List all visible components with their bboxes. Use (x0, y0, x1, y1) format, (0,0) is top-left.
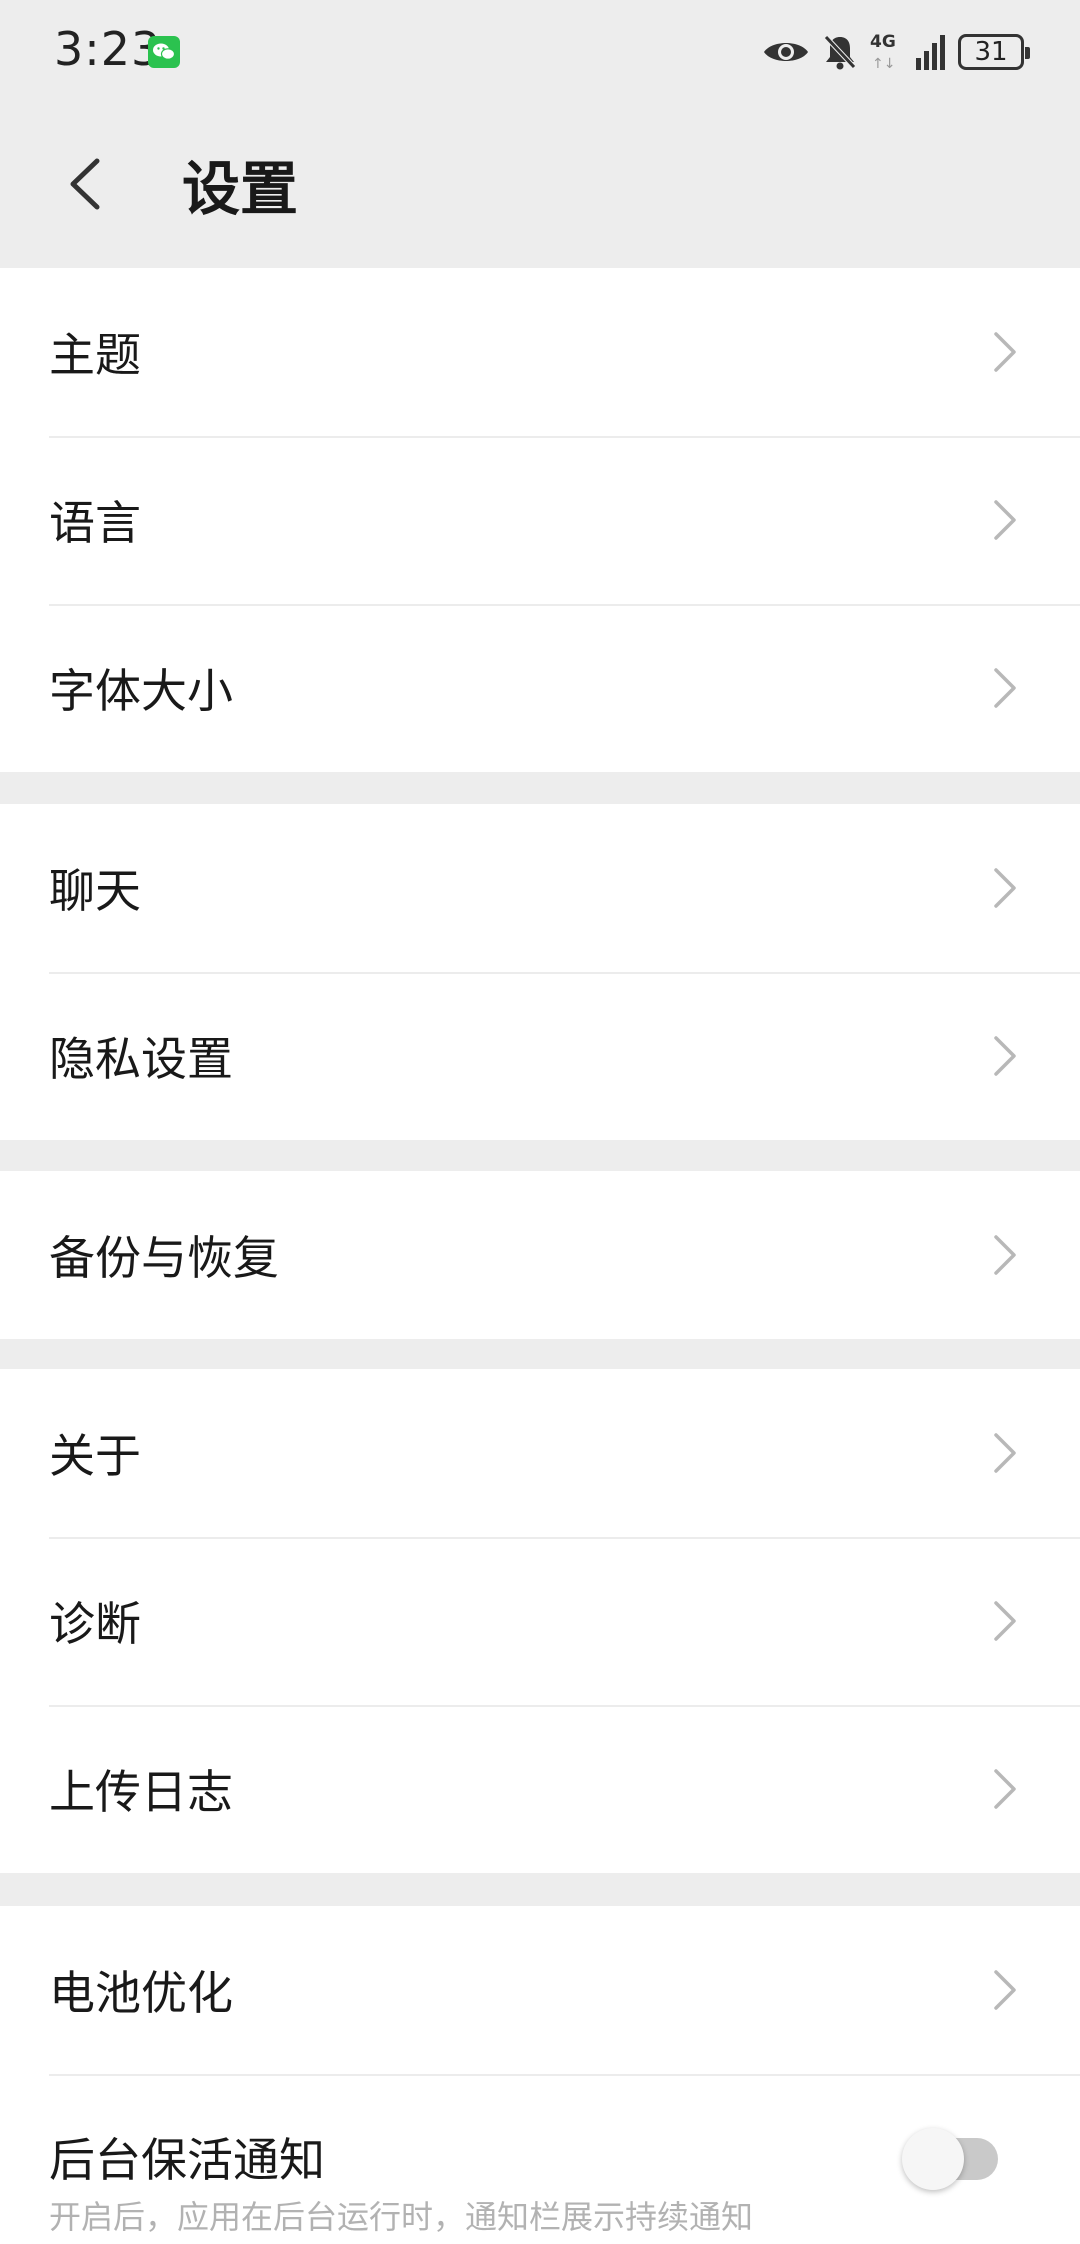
settings-group-backup: 备份与恢复 (0, 1171, 1080, 1339)
setting-label: 备份与恢复 (49, 1231, 279, 1285)
page-title: 设置 (182, 155, 299, 223)
setting-row-font-size[interactable]: 字体大小 (0, 604, 1080, 772)
battery-level: 31 (974, 37, 1008, 67)
chevron-right-icon (994, 332, 1016, 372)
setting-row-upload-logs[interactable]: 上传日志 (0, 1705, 1080, 1873)
setting-label: 关于 (49, 1429, 141, 1483)
setting-row-backup-restore[interactable]: 备份与恢复 (0, 1171, 1080, 1339)
page-header: 设置 (0, 100, 1080, 268)
setting-row-diagnose[interactable]: 诊断 (0, 1537, 1080, 1705)
network-arrows: ↑↓ (872, 56, 896, 72)
setting-row-chat[interactable]: 聊天 (0, 804, 1080, 972)
setting-label: 电池优化 (49, 1966, 233, 2020)
setting-description: 开启后，应用在后台运行时，通知栏展示持续通知 (49, 2198, 754, 2236)
chevron-right-icon (994, 868, 1016, 908)
setting-label: 聊天 (49, 864, 141, 918)
setting-label: 后台保活通知 (49, 2133, 325, 2187)
chevron-right-icon (994, 668, 1016, 708)
toggle-knob (902, 2128, 964, 2190)
setting-label: 诊断 (49, 1597, 141, 1651)
setting-label: 隐私设置 (49, 1032, 233, 1086)
network-type: 4G (870, 32, 896, 52)
eye-icon (762, 37, 810, 67)
status-time: 3:23 (54, 22, 162, 76)
setting-row-language[interactable]: 语言 (0, 436, 1080, 604)
setting-row-keepalive-notification: 后台保活通知 开启后，应用在后台运行时，通知栏展示持续通知 (0, 2074, 1080, 2244)
chevron-left-icon (70, 158, 100, 210)
chevron-right-icon (994, 1036, 1016, 1076)
chevron-right-icon (994, 1601, 1016, 1641)
settings-group-battery: 电池优化 后台保活通知 开启后，应用在后台运行时，通知栏展示持续通知 (0, 1906, 1080, 2244)
status-icons: 4G ↑↓ 31 (762, 24, 1030, 80)
setting-row-about[interactable]: 关于 (0, 1369, 1080, 1537)
wechat-notification-icon (148, 36, 180, 68)
back-button[interactable] (50, 144, 120, 224)
setting-label: 字体大小 (49, 664, 233, 718)
chevron-right-icon (994, 1970, 1016, 2010)
chevron-right-icon (994, 1769, 1016, 1809)
setting-row-theme[interactable]: 主题 (0, 268, 1080, 436)
setting-label: 主题 (49, 328, 141, 382)
setting-row-battery-optimization[interactable]: 电池优化 (0, 1906, 1080, 2074)
status-bar: 3:23 4G ↑↓ 31 (0, 0, 1080, 100)
settings-group-chat: 聊天 隐私设置 (0, 804, 1080, 1140)
signal-icon (916, 34, 946, 70)
chevron-right-icon (994, 1235, 1016, 1275)
battery-icon: 31 (958, 34, 1030, 70)
chevron-right-icon (994, 500, 1016, 540)
setting-label: 上传日志 (49, 1765, 233, 1819)
setting-row-privacy[interactable]: 隐私设置 (0, 972, 1080, 1140)
chevron-right-icon (994, 1433, 1016, 1473)
settings-screen: 3:23 4G ↑↓ 31 设置 主题 语言 字体大小 聊天 隐私设置 备份与恢… (0, 0, 1080, 2244)
setting-label: 语言 (49, 496, 141, 550)
keepalive-toggle[interactable] (902, 2128, 998, 2190)
network-indicator: 4G ↑↓ (870, 32, 904, 72)
bell-off-icon (822, 33, 858, 71)
settings-group-display: 主题 语言 字体大小 (0, 268, 1080, 772)
settings-group-about: 关于 诊断 上传日志 (0, 1369, 1080, 1873)
